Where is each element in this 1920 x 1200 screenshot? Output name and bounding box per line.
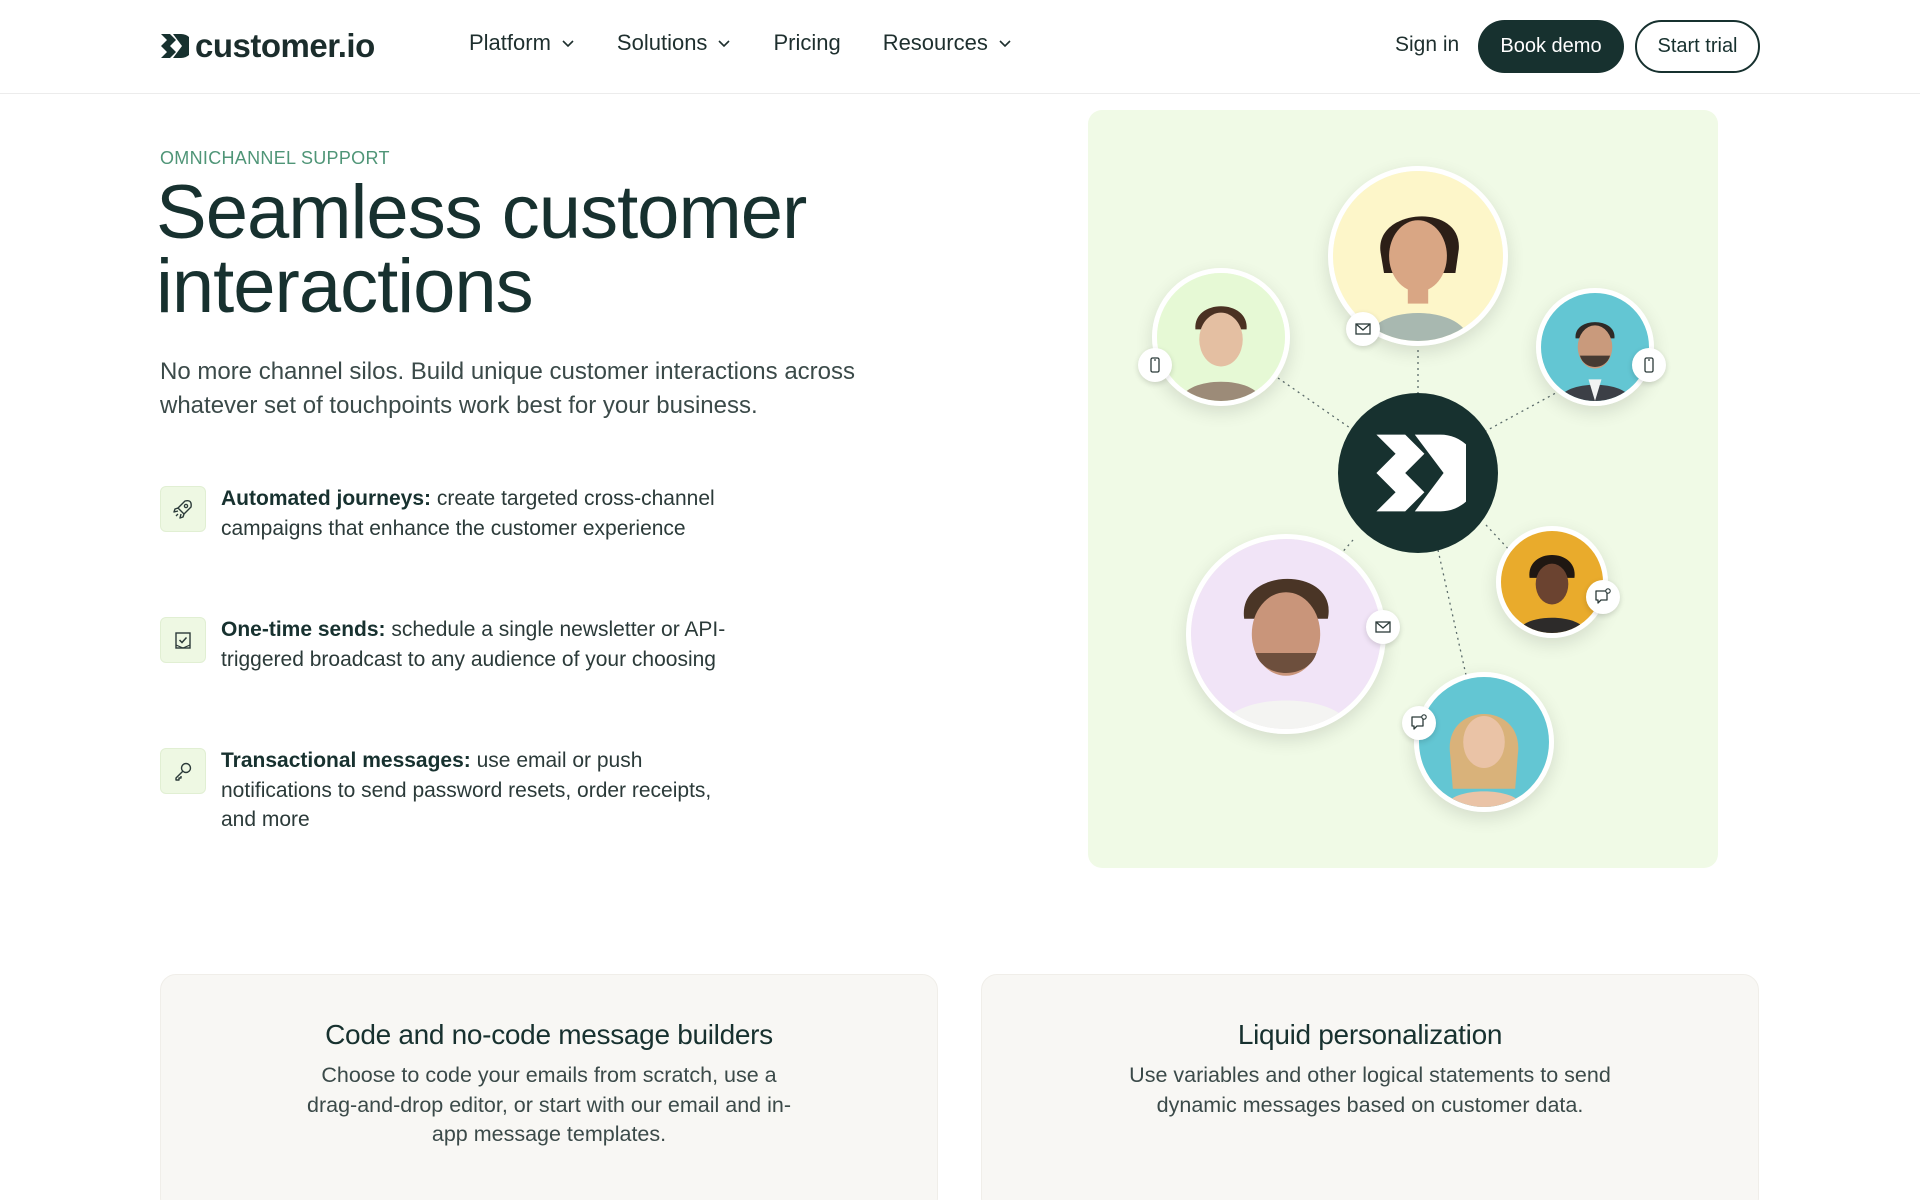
chat-icon <box>1402 706 1436 740</box>
calendar-check-icon <box>160 617 206 663</box>
avatar-man-curly-hair <box>1186 534 1386 734</box>
rocket-icon <box>160 486 206 532</box>
feature-title: Automated journeys: <box>221 487 432 510</box>
nav-platform-label: Platform <box>469 30 551 55</box>
logo-link[interactable]: customer.io <box>159 26 375 66</box>
card-body: Use variables and other logical statemen… <box>1129 1063 1611 1117</box>
feature-card-message-builders: Code and no-code message builders Choose… <box>160 974 938 1200</box>
nav-platform[interactable]: Platform <box>469 30 575 56</box>
feature-item: Transactional messages: use email or pus… <box>160 746 730 877</box>
card-title: Code and no-code message builders <box>325 1019 773 1050</box>
key-icon <box>160 748 206 794</box>
customerio-logo-icon <box>161 34 189 58</box>
feature-item: One-time sends: schedule a single newsle… <box>160 615 730 746</box>
mail-icon <box>1346 312 1380 346</box>
nav-pricing-label: Pricing <box>773 30 841 55</box>
phone-icon <box>1138 348 1172 382</box>
chevron-down-icon <box>718 40 731 48</box>
avatar-man-locs <box>1496 526 1608 638</box>
nav-solutions[interactable]: Solutions <box>617 30 732 56</box>
customerio-logo-icon <box>1338 393 1498 553</box>
card-title: Liquid personalization <box>1237 1019 1503 1050</box>
nav-resources-label: Resources <box>882 30 988 55</box>
chat-icon <box>1586 580 1620 614</box>
feature-item: Automated journeys: create targeted cros… <box>160 484 730 615</box>
book-demo-button[interactable]: Book demo <box>1478 20 1624 73</box>
start-trial-button[interactable]: Start trial <box>1635 20 1760 73</box>
nav-pricing[interactable]: Pricing <box>773 30 840 56</box>
chevron-down-icon <box>562 40 574 48</box>
nav-solutions-label: Solutions <box>616 30 708 55</box>
avatar-man-beard-suit <box>1536 288 1654 406</box>
feature-title: One-time sends: <box>221 618 386 641</box>
omnichannel-illustration <box>1088 110 1718 868</box>
hero-description: No more channel silos. Build unique cust… <box>160 358 856 419</box>
avatar-young-man-glasses <box>1152 268 1290 406</box>
mail-icon <box>1366 610 1400 644</box>
feature-card-liquid-personalization: Liquid personalization Use variables and… <box>981 974 1759 1200</box>
section-eyebrow: OMNICHANNEL SUPPORT <box>160 148 390 168</box>
phone-icon <box>1632 348 1666 382</box>
avatar-woman-blonde <box>1414 672 1554 812</box>
main-nav: Platform Solutions Pricing Resources <box>469 30 1054 56</box>
card-body: Choose to code your emails from scratch,… <box>307 1063 791 1146</box>
sign-in-link[interactable]: Sign in <box>1395 33 1459 57</box>
chevron-down-icon <box>999 40 1011 48</box>
nav-resources[interactable]: Resources <box>883 30 1012 56</box>
feature-list: Automated journeys: create targeted cros… <box>160 484 730 877</box>
feature-title: Transactional messages: <box>221 749 471 772</box>
site-header: customer.io Platform Solutions Pricing R… <box>0 0 1920 94</box>
logo-wordmark: customer.io <box>195 27 375 64</box>
page-title: Seamless customer interactions <box>156 170 807 329</box>
